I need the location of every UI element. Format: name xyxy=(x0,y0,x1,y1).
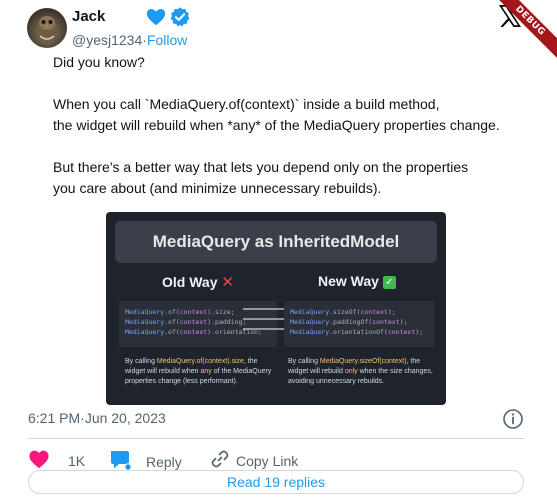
tweet-time: 6:21 PM xyxy=(28,410,81,426)
tweet-line: the widget will rebuild when *any* of th… xyxy=(53,117,500,133)
tweet-line: you care about (and minimize unnecessary… xyxy=(53,180,382,196)
old-way-label: Old Way ✕ xyxy=(162,273,234,291)
reply-label: Reply xyxy=(146,453,182,470)
new-way-caption: By calling MediaQuery.sizeOf(context), t… xyxy=(288,358,433,385)
heart-icon xyxy=(28,449,50,472)
red-cross-icon: ✕ xyxy=(221,274,234,291)
blue-heart-icon xyxy=(145,6,167,33)
follow-link[interactable]: Follow xyxy=(147,32,187,48)
code-line: MediaQuery.orientationOf(context); xyxy=(290,328,424,336)
new-code-block: MediaQuery.sizeOf(context); MediaQuery.p… xyxy=(284,301,434,347)
copy-link-button[interactable]: Copy Link xyxy=(210,449,298,472)
tweet-line: Did you know? xyxy=(53,54,145,70)
tweet-line: But there's a better way that lets you d… xyxy=(53,159,469,175)
new-way-label: New Way ✓ xyxy=(318,273,396,289)
copy-link-label: Copy Link xyxy=(236,452,299,469)
info-icon[interactable] xyxy=(502,408,524,435)
tweet-line: When you call `MediaQuery.of(context)` i… xyxy=(53,96,440,112)
tweet-media-image[interactable]: MediaQuery as InheritedModel Old Way ✕ N… xyxy=(106,212,446,405)
author-name[interactable]: Jack xyxy=(72,8,105,25)
media-title: MediaQuery as InheritedModel xyxy=(115,221,437,263)
old-way-caption: By calling MediaQuery.of(context).size, … xyxy=(125,358,272,385)
green-check-icon: ✓ xyxy=(382,276,396,289)
read-replies-button[interactable]: Read 19 replies xyxy=(28,470,524,494)
like-button[interactable]: 1K xyxy=(28,449,85,472)
link-icon xyxy=(210,449,230,472)
avatar[interactable] xyxy=(27,8,67,48)
code-line: MediaQuery.sizeOf(context); xyxy=(290,308,396,316)
tweet-date: Jun 20, 2023 xyxy=(84,410,166,426)
tweet-text: Did you know? When you call `MediaQuery.… xyxy=(53,52,533,199)
author-handle-row: @yesj1234·Follow xyxy=(72,32,187,48)
old-way-text: Old Way xyxy=(162,274,218,290)
new-way-text: New Way xyxy=(318,273,379,289)
tweet-timestamp[interactable]: 6:21 PM·Jun 20, 2023 xyxy=(28,410,166,426)
divider xyxy=(28,438,525,439)
verified-badge-icon xyxy=(169,6,191,33)
author-handle[interactable]: @yesj1234 xyxy=(72,32,142,48)
code-line: MediaQuery.paddingOf(context); xyxy=(290,318,408,326)
like-count: 1K xyxy=(68,452,86,469)
